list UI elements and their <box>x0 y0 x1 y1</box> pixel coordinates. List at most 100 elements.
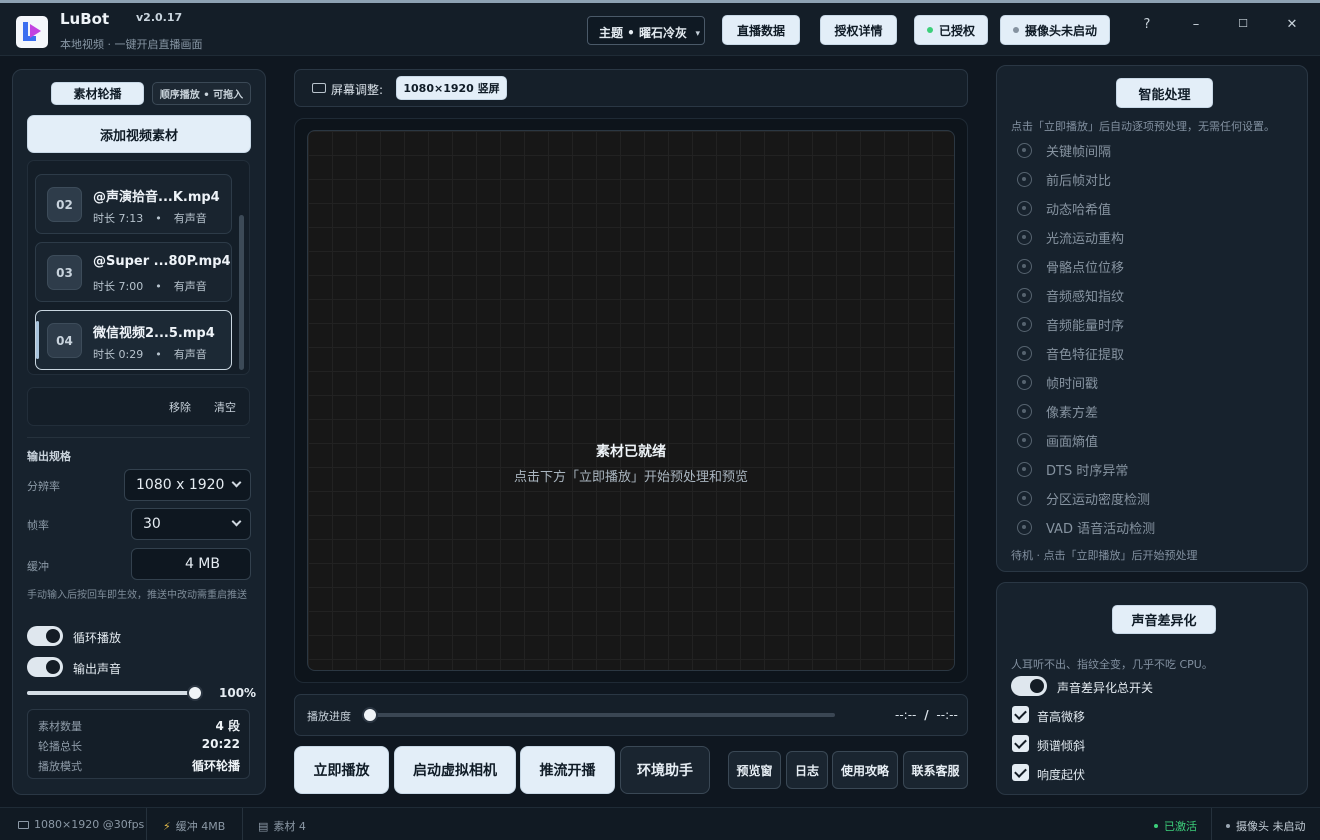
stat-value: 循环轮播 <box>191 759 240 773</box>
monitor-icon <box>18 820 29 829</box>
stat-label: 播放模式 <box>38 760 82 773</box>
process-item: 分区运动密度检测 <box>1017 489 1150 508</box>
status-resolution: 1080×1920 @30fps <box>18 818 144 831</box>
divider <box>242 808 243 840</box>
divider <box>146 808 147 840</box>
status-activated-text: 已激活 <box>1164 820 1197 833</box>
chevron-down-icon <box>231 477 242 488</box>
audio-output-toggle[interactable] <box>27 657 63 677</box>
clear-button[interactable]: 清空 <box>214 399 236 415</box>
process-item: 关键帧间隔 <box>1017 141 1111 160</box>
tab-material-carousel[interactable]: 素材轮播 <box>51 82 144 105</box>
loop-toggle[interactable] <box>27 626 63 646</box>
help-icon[interactable]: ? <box>1135 17 1159 32</box>
support-button[interactable]: 联系客服 <box>903 751 968 789</box>
list-item[interactable]: 03 @Super ...80P.mp4 时长 7:00 • 有声音 <box>35 242 232 302</box>
fps-select[interactable]: 30 <box>131 508 251 540</box>
stat-label: 轮播总长 <box>38 740 82 753</box>
item-meta: 时长 7:00 • 有声音 <box>93 280 207 293</box>
status-materials: ▤ 素材 4 <box>258 818 306 834</box>
process-label: 关键帧间隔 <box>1046 145 1112 160</box>
minimize-icon[interactable]: – <box>1184 17 1208 32</box>
list-item[interactable]: 02 @声演拾音...K.mp4 时长 7:13 • 有声音 <box>35 174 232 234</box>
tab-hint: 顺序播放 • 可拖入 <box>152 82 251 105</box>
item-meta: 时长 0:29 • 有声音 <box>93 348 207 361</box>
pending-circle-icon <box>1017 317 1032 332</box>
log-button[interactable]: 日志 <box>786 751 828 789</box>
play-now-button[interactable]: 立即播放 <box>294 746 389 794</box>
smart-processing-desc: 点击「立即播放」后自动逐项预处理，无需任何设置。 <box>1011 120 1275 133</box>
progress-knob[interactable] <box>362 707 378 723</box>
resolution-label: 分辨率 <box>27 480 60 493</box>
process-label: VAD 语音活动检测 <box>1046 522 1156 537</box>
chevron-down-icon <box>231 516 242 527</box>
output-spec-title: 输出规格 <box>27 450 71 463</box>
title-bar: LuBot v2.0.17 本地视频 · 一键开启直播画面 主题 • 曜石冷灰 … <box>0 3 1320 56</box>
item-duration: 时长 7:00 <box>93 280 144 293</box>
spectrum-tilt-checkbox[interactable] <box>1012 735 1029 752</box>
guide-button[interactable]: 使用攻略 <box>832 751 898 789</box>
status-dot-icon <box>1226 824 1230 828</box>
pitch-shift-checkbox[interactable] <box>1012 706 1029 723</box>
camera-status-label: 摄像头未启动 <box>1024 23 1097 38</box>
progress-track[interactable] <box>362 707 835 723</box>
start-stream-button[interactable]: 推流开播 <box>520 746 615 794</box>
pending-circle-icon <box>1017 230 1032 245</box>
remove-button[interactable]: 移除 <box>169 399 191 415</box>
time-display: --:-- / --:-- <box>895 708 958 722</box>
loop-label: 循环播放 <box>73 631 122 645</box>
virtual-camera-button[interactable]: 启动虚拟相机 <box>394 746 516 794</box>
close-icon[interactable]: ✕ <box>1280 17 1304 32</box>
env-helper-button[interactable]: 环境助手 <box>620 746 710 794</box>
theme-select[interactable]: 主题 • 曜石冷灰 ▾ <box>587 16 705 45</box>
add-video-button[interactable]: 添加视频素材 <box>27 115 251 153</box>
process-item: DTS 时序异常 <box>1017 460 1128 479</box>
app-name: LuBot <box>60 10 110 28</box>
pending-circle-icon <box>1017 172 1032 187</box>
divider <box>27 437 250 438</box>
camera-status-button[interactable]: 摄像头未启动 <box>1000 15 1110 45</box>
status-camera: 摄像头 未启动 <box>1226 818 1306 834</box>
live-data-button[interactable]: 直播数据 <box>722 15 800 45</box>
status-bar: 1080×1920 @30fps ⚡ 缓冲 4MB ▤ 素材 4 已激活 摄像头… <box>0 807 1320 840</box>
process-item: 音色特征提取 <box>1017 344 1124 363</box>
item-name: @Super ...80P.mp4 <box>93 254 231 269</box>
process-item: 音频能量时序 <box>1017 315 1124 334</box>
pending-circle-icon <box>1017 404 1032 419</box>
process-label: 动态哈希值 <box>1046 203 1112 218</box>
license-details-button[interactable]: 授权详情 <box>820 15 897 45</box>
preview-ready-title: 素材已就绪 <box>596 444 666 460</box>
process-item: 音频感知指纹 <box>1017 286 1124 305</box>
pitch-shift-label: 音高微移 <box>1037 710 1086 724</box>
item-audio: 有声音 <box>173 348 207 361</box>
list-item-selected[interactable]: 04 微信视频2...5.mp4 时长 0:29 • 有声音 <box>35 310 232 370</box>
process-label: 光流运动重构 <box>1046 232 1125 247</box>
volume-value: 100% <box>219 686 257 700</box>
maximize-icon[interactable]: ☐ <box>1231 17 1255 30</box>
pending-circle-icon <box>1017 259 1032 274</box>
process-item: 帧时间戳 <box>1017 373 1098 392</box>
buffer-note: 手动输入后按回车即生效，推送中改动需重启推送 <box>27 590 247 601</box>
monitor-icon <box>312 83 326 93</box>
screen-orientation-button[interactable]: 1080×1920 竖屏 <box>396 76 507 100</box>
list-scrollbar[interactable] <box>239 215 244 370</box>
volume-track[interactable] <box>27 685 203 701</box>
resolution-select[interactable]: 1080 x 1920 <box>124 469 251 501</box>
app-logo <box>16 16 48 48</box>
stat-value: 20:22 <box>201 737 240 751</box>
app-version: v2.0.17 <box>136 11 183 24</box>
audio-diff-master-toggle[interactable] <box>1011 676 1047 696</box>
process-item: 光流运动重构 <box>1017 228 1124 247</box>
progress-label: 播放进度 <box>307 710 351 723</box>
buffer-input[interactable]: 4 MB <box>131 548 251 580</box>
loudness-variation-checkbox[interactable] <box>1012 764 1029 781</box>
lightning-icon: ⚡ <box>163 819 171 833</box>
fps-label: 帧率 <box>27 519 49 532</box>
spectrum-tilt-label: 频谱倾斜 <box>1037 739 1086 753</box>
preview-window-button[interactable]: 预览窗 <box>728 751 781 789</box>
status-camera-text: 摄像头 未启动 <box>1236 820 1306 833</box>
volume-knob[interactable] <box>187 685 203 701</box>
licensed-badge[interactable]: 已授权 <box>914 15 988 45</box>
audio-diff-title: 声音差异化 <box>1112 605 1216 634</box>
smart-processing-status: 待机 · 点击「立即播放」后开始预处理 <box>1011 549 1198 562</box>
